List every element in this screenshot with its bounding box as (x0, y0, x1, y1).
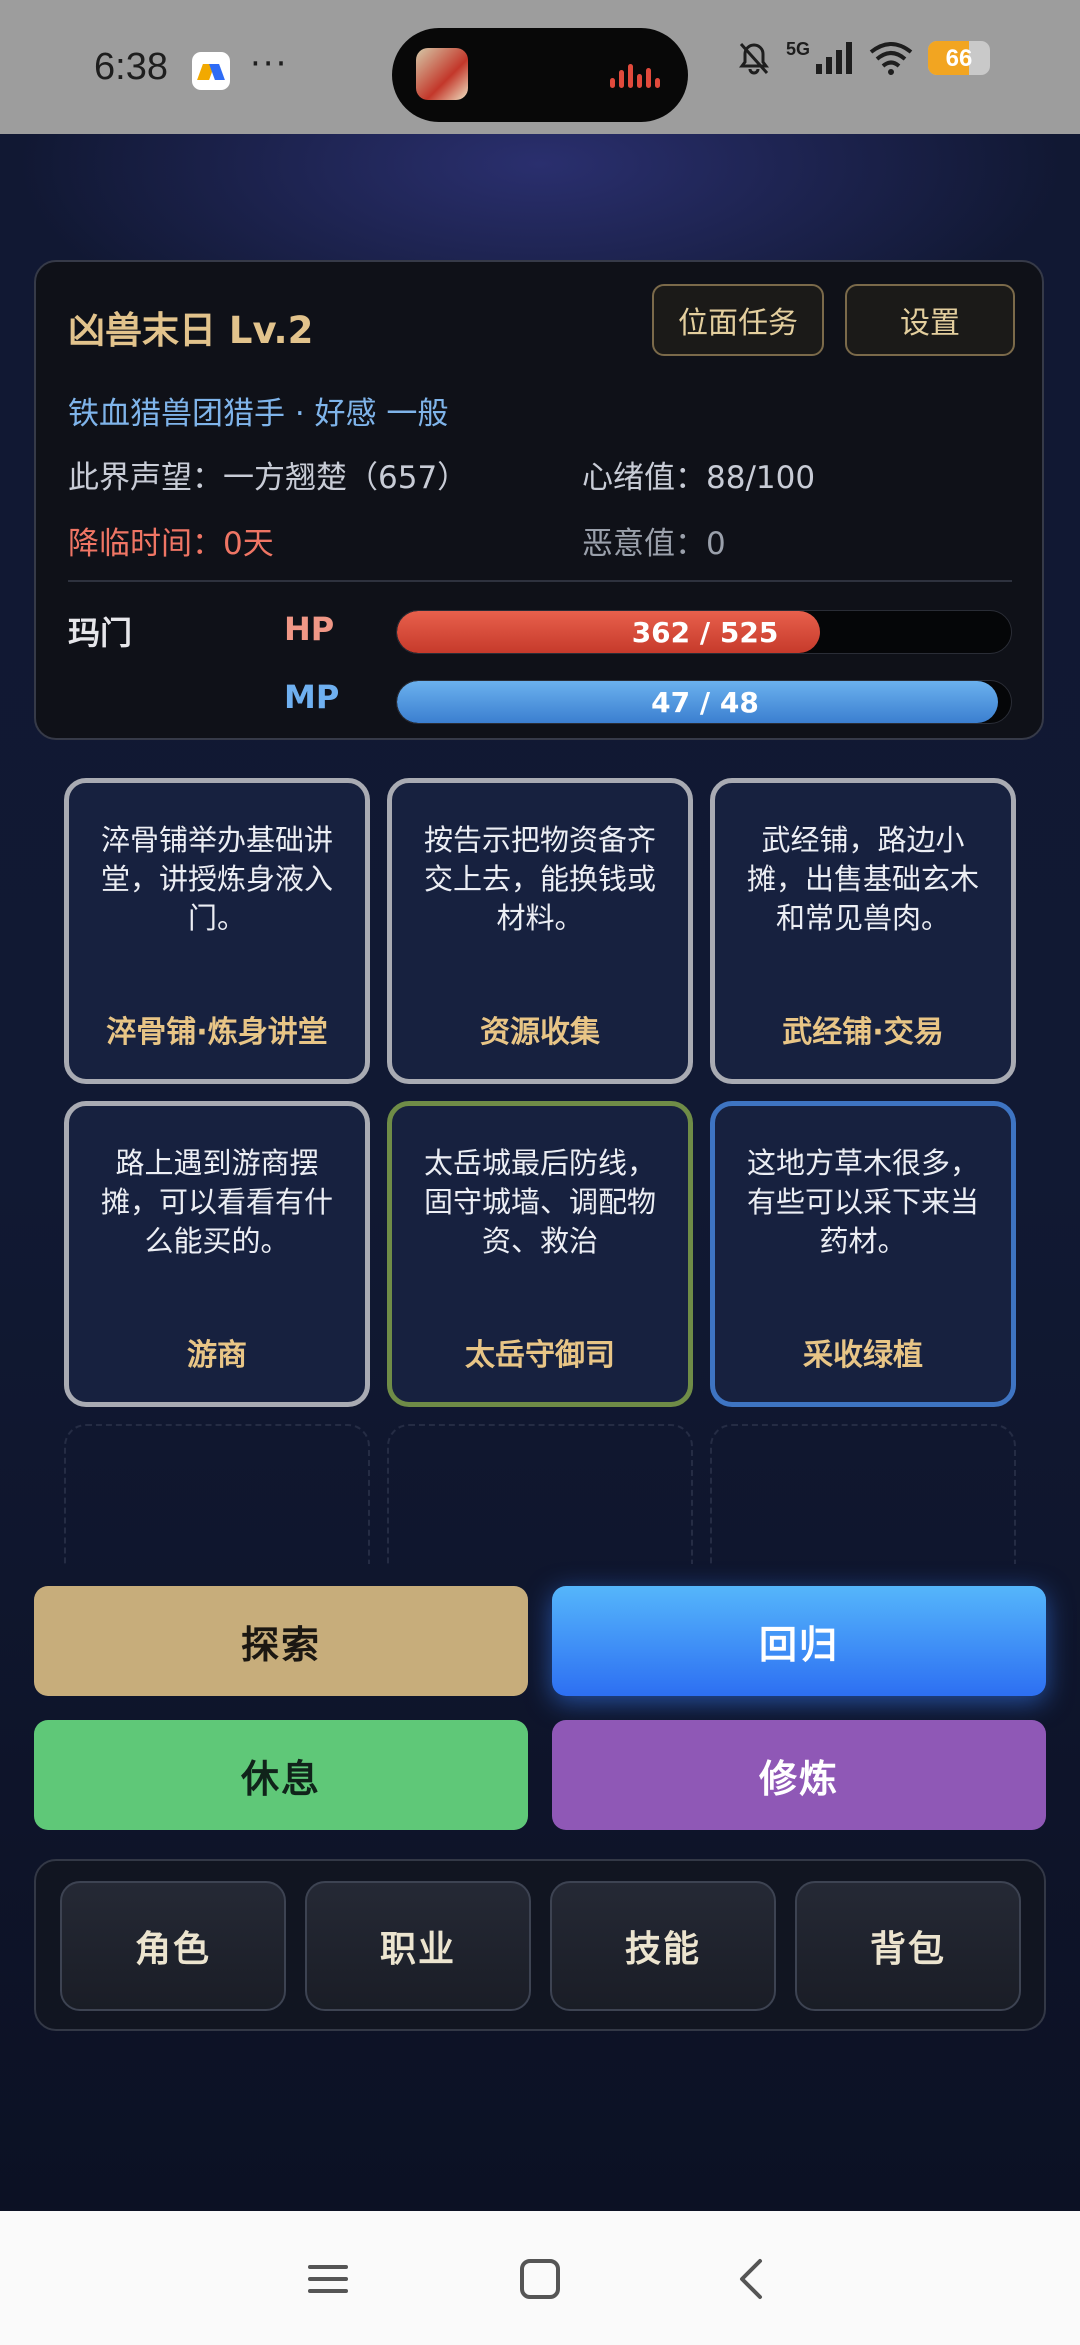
tile-description: 按告示把物资备齐交上去，能换钱或材料。 (423, 823, 656, 935)
mp-value: 47 / 48 (651, 686, 759, 719)
tile-gather-plants[interactable]: 这地方草木很多，有些可以采下来当药材。 采收绿植 (710, 1101, 1016, 1407)
empty-tile-slot (64, 1424, 370, 1564)
tile-description: 这地方草木很多，有些可以采下来当药材。 (746, 1146, 979, 1258)
tile-name: 太岳守御司 (465, 1338, 615, 1373)
menu-icon[interactable] (304, 2255, 352, 2303)
tab-skills[interactable]: 技能 (550, 1881, 776, 2011)
tab-inventory[interactable]: 背包 (795, 1881, 1021, 2011)
app-icon (192, 52, 230, 90)
divider (68, 580, 1012, 582)
system-navigation-bar (0, 2211, 1080, 2345)
audio-wave-icon (610, 64, 662, 88)
reputation-stat: 此界声望：一方翘楚（657） (68, 460, 469, 496)
status-bar: 6:38 ··· 5G 66 (0, 0, 1080, 134)
rest-button[interactable]: 休息 (34, 1720, 528, 1830)
tile-description: 太岳城最后防线，固守城墙、调配物资、救治 (423, 1146, 656, 1258)
tile-name: 淬骨铺·炼身讲堂 (106, 1015, 328, 1050)
tab-character[interactable]: 角色 (60, 1881, 286, 2011)
home-icon[interactable] (516, 2255, 564, 2303)
clock: 6:38 (94, 46, 168, 88)
malice-stat: 恶意值：0 (582, 526, 726, 562)
battery-level: 66 (945, 45, 973, 72)
tile-description: 武经铺，路边小摊，出售基础玄木和常见兽肉。 (746, 823, 979, 935)
empty-tile-slot (710, 1424, 1016, 1564)
tab-profession[interactable]: 职业 (305, 1881, 531, 2011)
tile-description: 淬骨铺举办基础讲堂，讲授炼身液入门。 (100, 823, 333, 935)
faction-affinity: 铁血猎兽团猎手 · 好感 一般 (68, 396, 449, 432)
wifi-icon (869, 42, 913, 75)
status-card: 凶兽末日 Lv.2 位面任务 设置 铁血猎兽团猎手 · 好感 一般 此界声望：一… (34, 260, 1044, 740)
tile-name: 游商 (187, 1338, 247, 1373)
battery-icon: 66 (928, 41, 990, 75)
train-button[interactable]: 修炼 (552, 1720, 1046, 1830)
tile-traveling-merchant[interactable]: 路上遇到游商摆摊，可以看看有什么能买的。 游商 (64, 1101, 370, 1407)
hp-value: 362 / 525 (631, 616, 779, 649)
tile-martial-shop-trade[interactable]: 武经铺，路边小摊，出售基础玄木和常见兽肉。 武经铺·交易 (710, 778, 1016, 1084)
mp-label: MP (284, 678, 340, 716)
tile-name: 采收绿植 (803, 1338, 923, 1373)
media-thumbnail-icon (416, 48, 468, 100)
companion-name: 玛门 (68, 614, 133, 652)
tile-name: 武经铺·交易 (782, 1015, 944, 1050)
game-screen: 凶兽末日 Lv.2 位面任务 设置 铁血猎兽团猎手 · 好感 一般 此界声望：一… (0, 134, 1080, 2211)
network-type: 5G (785, 38, 810, 59)
tile-resource-collection[interactable]: 按告示把物资备齐交上去，能换钱或材料。 资源收集 (387, 778, 693, 1084)
settings-button[interactable]: 设置 (845, 284, 1015, 356)
tile-name: 资源收集 (480, 1015, 600, 1050)
bell-muted-icon (738, 42, 769, 75)
mood-stat: 心绪值：88/100 (582, 460, 816, 496)
hp-bar: 362 / 525 (396, 610, 1012, 654)
tile-bone-forge-lecture[interactable]: 淬骨铺举办基础讲堂，讲授炼身液入门。 淬骨铺·炼身讲堂 (64, 778, 370, 1084)
hp-label: HP (284, 610, 335, 648)
arrival-time-stat: 降临时间：0天 (68, 526, 274, 562)
empty-tile-slot (387, 1424, 693, 1564)
more-notifications-icon: ··· (250, 44, 289, 84)
explore-button[interactable]: 探索 (34, 1586, 528, 1696)
world-title: 凶兽末日 Lv.2 (68, 309, 314, 352)
plane-quest-button[interactable]: 位面任务 (652, 284, 824, 356)
dynamic-island[interactable] (392, 28, 688, 122)
return-button[interactable]: 回归 (552, 1586, 1046, 1696)
back-icon[interactable] (728, 2255, 776, 2303)
bottom-tab-bar: 角色 职业 技能 背包 (34, 1859, 1046, 2031)
signal-icon (816, 42, 852, 74)
tile-taiyue-defense[interactable]: 太岳城最后防线，固守城墙、调配物资、救治 太岳守御司 (387, 1101, 693, 1407)
mp-bar: 47 / 48 (396, 680, 1012, 724)
tile-description: 路上遇到游商摆摊，可以看看有什么能买的。 (100, 1146, 333, 1258)
